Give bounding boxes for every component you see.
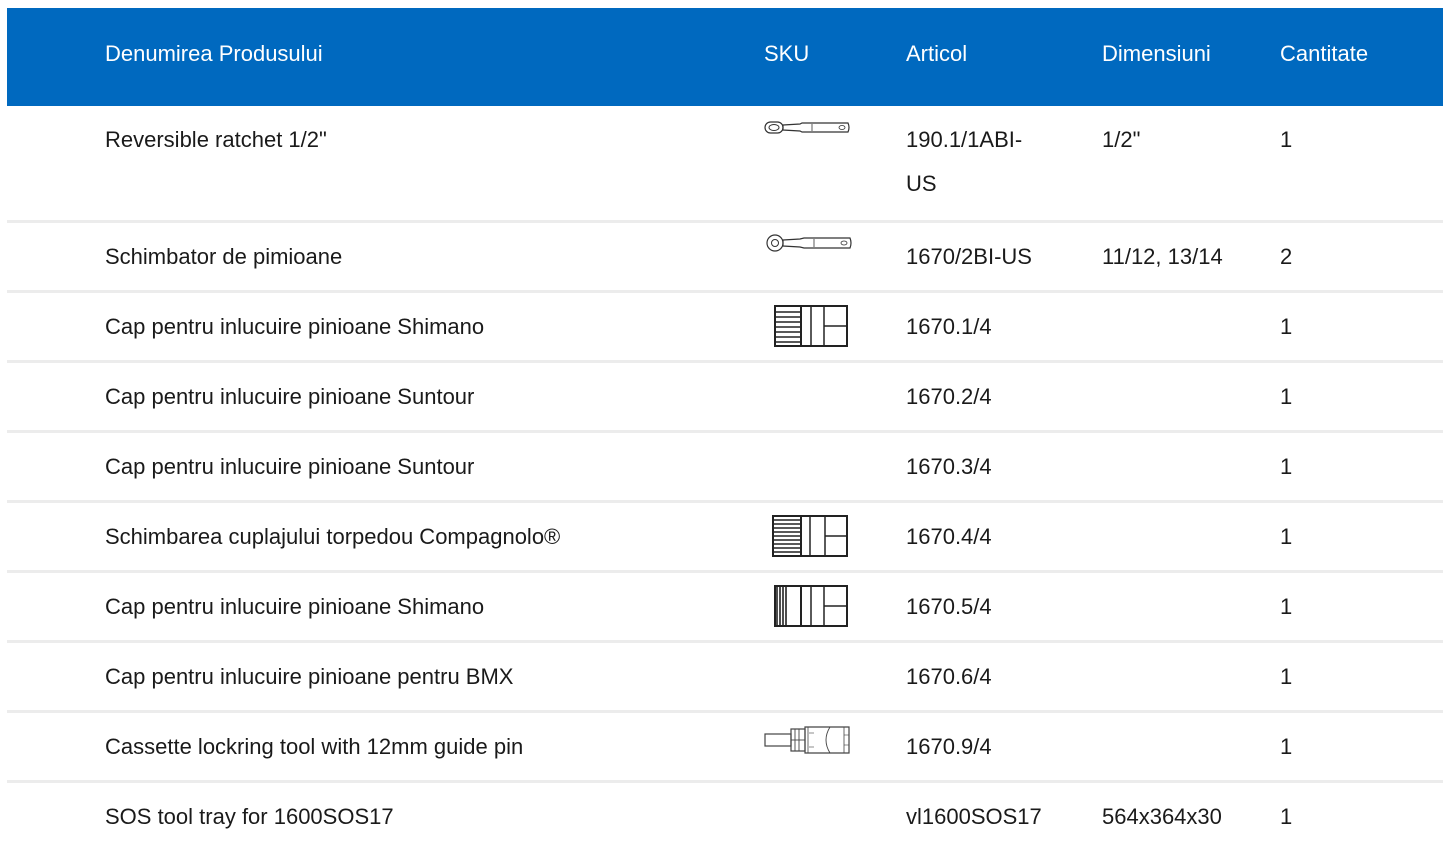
splined-socket-icon (772, 515, 848, 557)
splined-socket-icon (774, 305, 848, 347)
quantity: 2 (1280, 244, 1293, 269)
table-row: Reversible ratchet 1/2" 190.1/1ABI- US 1… (7, 106, 1443, 223)
reversible-ratchet-icon (764, 121, 850, 134)
article-number: 1670.9/4 (906, 734, 992, 759)
article-number: 1670.1/4 (906, 314, 992, 339)
product-name: Cap pentru inlucuire pinioane Shimano (105, 314, 485, 339)
table-row: Schimbator de pimioane 1670/2BI-US 11/12… (7, 223, 1443, 293)
header-dimensions: Dimensiuni (1102, 41, 1211, 66)
article-number: 1670.5/4 (906, 594, 992, 619)
table-row: Cap pentru inlucuire pinioane Suntour 16… (7, 433, 1443, 503)
splined-socket-icon (774, 585, 848, 627)
dimensions: 564x364x30 (1102, 804, 1222, 829)
article-number: 1670.6/4 (906, 664, 992, 689)
product-name: Reversible ratchet 1/2" (105, 127, 327, 152)
quantity: 1 (1280, 734, 1293, 759)
product-name: Cap pentru inlucuire pinioane Suntour (105, 454, 475, 479)
table-row: Cap pentru inlucuire pinioane Suntour 16… (7, 363, 1443, 433)
table-row: Cassette lockring tool with 12mm guide p… (7, 713, 1443, 783)
table-row: Cap pentru inlucuire pinioane Shimano 16… (7, 573, 1443, 643)
product-name: Schimbarea cuplajului torpedou Compagnol… (105, 524, 561, 549)
article-number: vl1600SOS17 (906, 804, 1042, 829)
quantity: 1 (1280, 524, 1293, 549)
header-sku: SKU (764, 41, 810, 66)
table-row: Schimbarea cuplajului torpedou Compagnol… (7, 503, 1443, 573)
quantity: 1 (1280, 384, 1293, 409)
product-name: SOS tool tray for 1600SOS17 (105, 804, 394, 829)
table-row: SOS tool tray for 1600SOS17 vl1600SOS17 … (7, 783, 1443, 853)
product-table: Denumirea Produsului SKU Articol Dimensi… (7, 8, 1443, 853)
header-quantity: Cantitate (1280, 41, 1369, 66)
dimensions: 11/12, 13/14 (1102, 244, 1223, 269)
ratchet-handle-icon (766, 234, 852, 252)
product-name: Cassette lockring tool with 12mm guide p… (105, 734, 524, 759)
quantity: 1 (1280, 127, 1293, 152)
quantity: 1 (1280, 594, 1293, 619)
header-article: Articol (906, 41, 968, 66)
header-product-name: Denumirea Produsului (105, 41, 323, 66)
quantity: 1 (1280, 314, 1293, 339)
article-number: 1670.2/4 (906, 384, 992, 409)
product-name: Cap pentru inlucuire pinioane Shimano (105, 594, 485, 619)
quantity: 1 (1280, 664, 1293, 689)
product-name: Schimbator de pimioane (105, 244, 343, 269)
lockring-tool-icon (764, 726, 850, 754)
article-number: 1670/2BI-US (906, 244, 1032, 269)
article-line: US (906, 171, 937, 196)
dimensions: 1/2" (1102, 127, 1141, 152)
article-number: 190.1/1ABI- US (906, 118, 1086, 206)
quantity: 1 (1280, 804, 1293, 829)
article-number: 1670.3/4 (906, 454, 992, 479)
table-row: Cap pentru inlucuire pinioane pentru BMX… (7, 643, 1443, 713)
product-name: Cap pentru inlucuire pinioane pentru BMX (105, 664, 514, 689)
table-header: Denumirea Produsului SKU Articol Dimensi… (7, 8, 1443, 106)
article-line: 190.1/1ABI- (906, 127, 1023, 152)
article-number: 1670.4/4 (906, 524, 992, 549)
table-row: Cap pentru inlucuire pinioane Shimano 16… (7, 293, 1443, 363)
product-name: Cap pentru inlucuire pinioane Suntour (105, 384, 475, 409)
quantity: 1 (1280, 454, 1293, 479)
